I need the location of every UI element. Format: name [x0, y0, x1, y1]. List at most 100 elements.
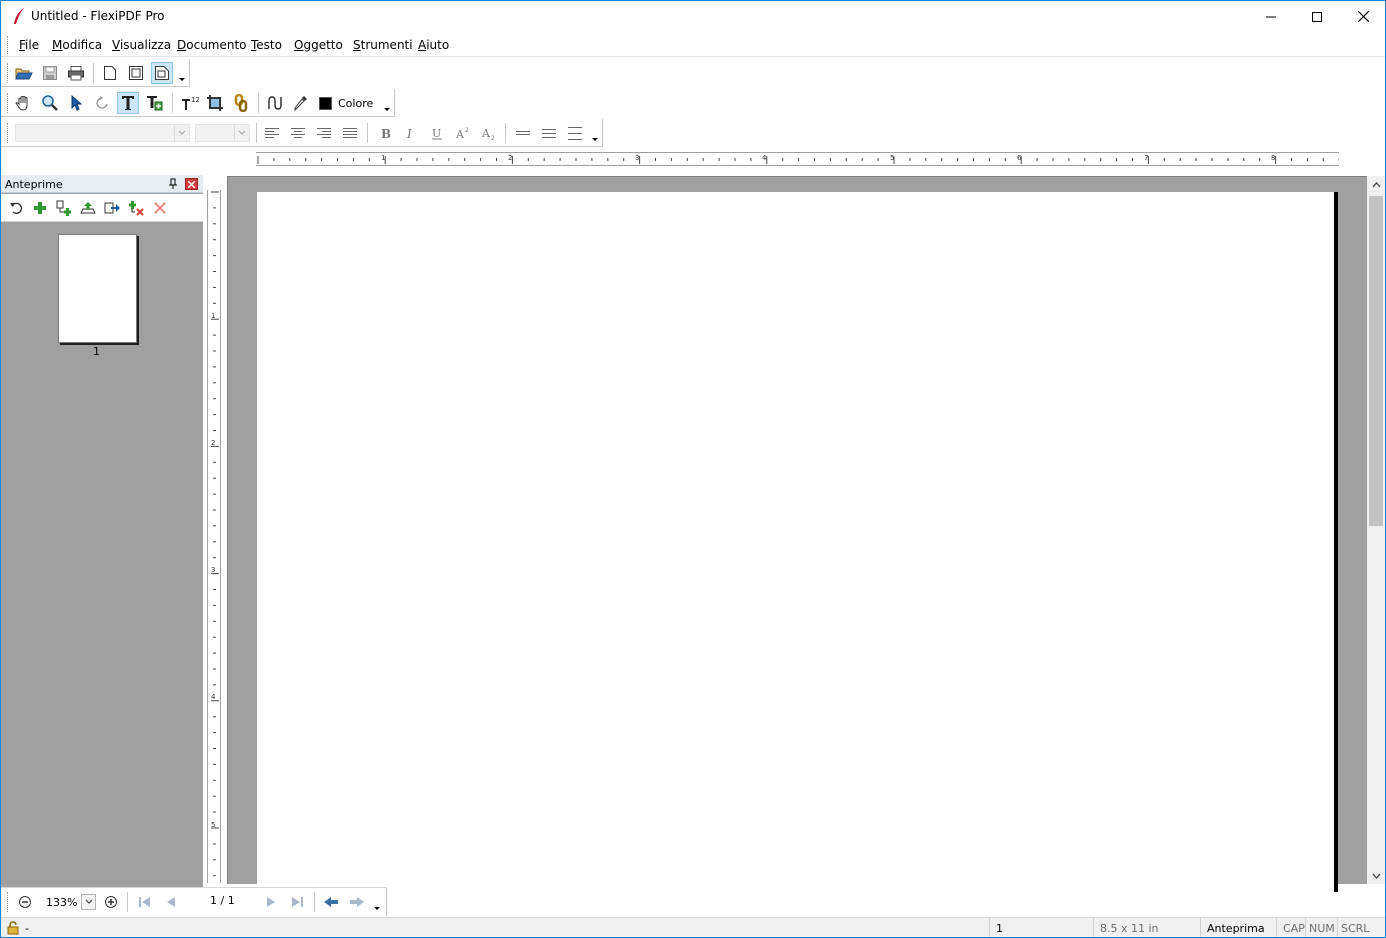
scroll-up-button[interactable]: [1367, 176, 1385, 193]
history-forward-button[interactable]: [347, 893, 367, 911]
menu-modifica[interactable]: Modifica: [52, 38, 102, 52]
chevron-down-icon[interactable]: [591, 135, 599, 143]
chevron-down-icon[interactable]: [178, 75, 186, 83]
title-bar: Untitled - FlexiPDF Pro: [1, 1, 1385, 32]
link-button[interactable]: [230, 92, 252, 114]
curve-button[interactable]: [265, 92, 287, 114]
vertical-scrollbar[interactable]: [1367, 176, 1385, 884]
toolbar-separator: [172, 93, 173, 113]
text-edit-button[interactable]: [117, 92, 139, 114]
document-canvas[interactable]: [227, 176, 1367, 892]
font-size-dropdown[interactable]: [234, 125, 249, 141]
previous-page-button[interactable]: [161, 893, 181, 911]
panel-close-button[interactable]: [185, 178, 198, 190]
delete-page-icon: [154, 202, 166, 214]
toolbar-separator: [505, 123, 506, 143]
align-left-button[interactable]: [261, 122, 283, 144]
pin-icon[interactable]: [167, 178, 179, 190]
maximize-button[interactable]: [1294, 1, 1340, 32]
page-thumbnail-label: 1: [93, 345, 100, 358]
toolbar-separator: [314, 892, 315, 912]
single-page-button[interactable]: [99, 62, 121, 84]
delete-marked-button[interactable]: [127, 199, 145, 217]
font-size-select[interactable]: [195, 124, 250, 142]
history-back-button[interactable]: [321, 893, 341, 911]
open-button[interactable]: [13, 62, 35, 84]
hand-tool-button[interactable]: [13, 92, 35, 114]
color-picker-button[interactable]: Colore: [319, 92, 373, 114]
next-page-icon: [267, 897, 275, 907]
zoom-select[interactable]: 133%: [39, 893, 96, 911]
insert-pages-button[interactable]: [55, 199, 73, 217]
menu-visualizza[interactable]: Visualizza: [112, 38, 171, 52]
document-page[interactable]: [257, 192, 1338, 892]
italic-button[interactable]: I: [400, 122, 422, 144]
font-family-select[interactable]: [15, 124, 190, 142]
chevron-down-icon[interactable]: [373, 904, 381, 912]
zoom-in-button[interactable]: [101, 893, 121, 911]
hand-tool-icon: [15, 96, 28, 111]
page-indicator[interactable]: 1 / 1: [210, 894, 235, 907]
facing-pages-button[interactable]: [125, 62, 147, 84]
zoom-out-button[interactable]: [15, 893, 35, 911]
format-toolbar: B I U A2 A2: [1, 119, 603, 147]
add-page-button[interactable]: [31, 199, 49, 217]
close-button[interactable]: [1340, 1, 1385, 32]
menu-aiuto[interactable]: Aiuto: [418, 38, 449, 52]
menu-oggetto[interactable]: Oggetto: [294, 38, 343, 52]
continuous-page-icon: [155, 66, 169, 80]
scroll-down-button[interactable]: [1367, 867, 1385, 884]
page-thumbnail[interactable]: [58, 234, 137, 343]
eyedropper-button[interactable]: [290, 92, 312, 114]
zoom-tool-button[interactable]: [39, 92, 61, 114]
ruler-label: 3: [211, 566, 216, 574]
status-scrl: SCRL: [1337, 918, 1385, 937]
line-spacing-2-button[interactable]: [564, 122, 586, 144]
line-spacing-1-button[interactable]: [512, 122, 534, 144]
subscript-button[interactable]: A2: [478, 122, 500, 144]
text-size-button[interactable]: 12: [179, 92, 201, 114]
lock-icon[interactable]: [6, 921, 20, 935]
menu-documento[interactable]: Documento: [177, 38, 247, 52]
panel-undo-button[interactable]: [7, 199, 25, 217]
scrollbar-thumb[interactable]: [1369, 196, 1383, 526]
print-button[interactable]: [65, 62, 87, 84]
bold-button[interactable]: B: [374, 122, 396, 144]
text-frame-icon: [147, 96, 163, 111]
chevron-down-icon[interactable]: [383, 105, 391, 113]
crop-button[interactable]: [204, 92, 226, 114]
superscript-button[interactable]: A2: [452, 122, 474, 144]
rotate-button[interactable]: [91, 92, 113, 114]
navigation-toolbar: 133% 1 / 1: [1, 887, 387, 916]
next-page-button[interactable]: [261, 893, 281, 911]
underline-button[interactable]: U: [426, 122, 448, 144]
menu-file[interactable]: File: [19, 38, 39, 52]
superscript-icon: A2: [455, 127, 469, 140]
select-arrow-icon: [71, 95, 83, 111]
first-page-button[interactable]: [135, 893, 155, 911]
align-center-button[interactable]: [287, 122, 309, 144]
zoom-dropdown-button[interactable]: [81, 894, 96, 910]
export-button[interactable]: [103, 199, 121, 217]
extract-button[interactable]: [79, 199, 97, 217]
facing-pages-icon: [129, 66, 143, 80]
close-icon: [188, 180, 195, 188]
menu-testo[interactable]: Testo: [251, 38, 282, 52]
menu-strumenti[interactable]: Strumenti: [353, 38, 413, 52]
text-frame-button[interactable]: [143, 92, 165, 114]
panel-header: Anteprime: [1, 175, 203, 193]
svg-text:12: 12: [191, 96, 199, 104]
select-arrow-button[interactable]: [65, 92, 87, 114]
last-page-button[interactable]: [287, 893, 307, 911]
menu-bar: File Modifica Visualizza Documento Testo…: [1, 32, 1385, 57]
font-family-dropdown[interactable]: [174, 125, 189, 141]
minimize-button[interactable]: [1248, 1, 1294, 32]
continuous-page-button[interactable]: [151, 62, 173, 84]
line-spacing-15-button[interactable]: [538, 122, 560, 144]
save-button[interactable]: [39, 62, 61, 84]
status-page-size: 8.5 x 11 in: [1093, 918, 1199, 937]
align-justify-button[interactable]: [339, 122, 361, 144]
align-right-button[interactable]: [313, 122, 335, 144]
toolbar-separator: [258, 93, 259, 113]
delete-page-button[interactable]: [151, 199, 169, 217]
